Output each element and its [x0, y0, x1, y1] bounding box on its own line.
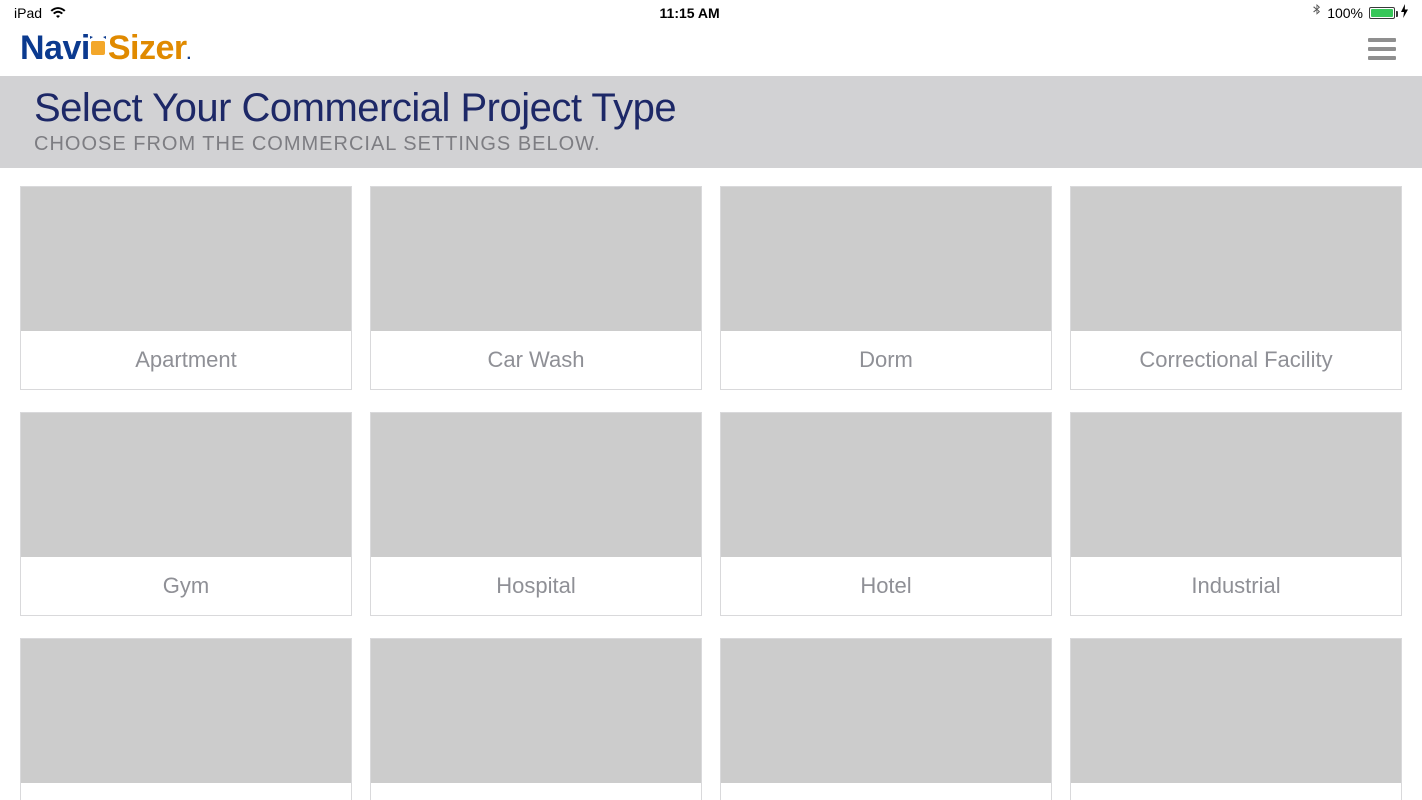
category-thumbnail	[721, 187, 1051, 331]
category-label: Hospital	[371, 557, 701, 615]
section-heading: Select Your Commercial Project Type CHOO…	[0, 76, 1422, 168]
category-label: Car Wash	[371, 331, 701, 389]
category-thumbnail	[721, 639, 1051, 783]
logo-mark-icon	[88, 27, 108, 66]
menu-button[interactable]	[1362, 32, 1402, 66]
app-header: Navi Sizer .	[0, 23, 1422, 76]
category-hospital[interactable]: Hospital	[370, 412, 702, 616]
category-label: Gym	[21, 557, 351, 615]
category-label: Hotel	[721, 557, 1051, 615]
category-label: Nursing Home	[371, 783, 701, 800]
status-time: 11:15 AM	[660, 5, 720, 21]
category-label: Dorm	[721, 331, 1051, 389]
category-industrial[interactable]: Industrial	[1070, 412, 1402, 616]
category-thumbnail	[21, 187, 351, 331]
category-thumbnail	[1071, 639, 1401, 783]
category-thumbnail	[1071, 413, 1401, 557]
hamburger-bar-icon	[1368, 47, 1396, 51]
wifi-icon	[50, 7, 66, 19]
status-bar: iPad 11:15 AM 100%	[0, 0, 1422, 23]
logo-text-sizer: Sizer	[108, 29, 187, 68]
category-thumbnail	[371, 639, 701, 783]
page-subtitle: CHOOSE FROM THE COMMERCIAL SETTINGS BELO…	[34, 133, 1388, 156]
device-label: iPad	[14, 5, 42, 21]
status-right: 100%	[1313, 4, 1408, 21]
category-thumbnail	[371, 413, 701, 557]
bluetooth-icon	[1313, 4, 1321, 21]
hamburger-bar-icon	[1368, 38, 1396, 42]
page-title: Select Your Commercial Project Type	[34, 86, 1388, 131]
category-office[interactable]: Office	[720, 638, 1052, 800]
category-car-wash[interactable]: Car Wash	[370, 186, 702, 390]
battery-icon	[1369, 7, 1395, 19]
category-dorm[interactable]: Dorm	[720, 186, 1052, 390]
category-hotel[interactable]: Hotel	[720, 412, 1052, 616]
category-label: Apartment	[21, 331, 351, 389]
category-label: Restaurant	[1071, 783, 1401, 800]
battery-percent: 100%	[1327, 5, 1363, 21]
category-label: Office	[721, 783, 1051, 800]
category-laundry[interactable]: Laundry	[20, 638, 352, 800]
hamburger-bar-icon	[1368, 56, 1396, 60]
category-thumbnail	[21, 639, 351, 783]
category-apartment[interactable]: Apartment	[20, 186, 352, 390]
status-left: iPad	[14, 5, 66, 21]
category-nursing-home[interactable]: Nursing Home	[370, 638, 702, 800]
category-restaurant[interactable]: Restaurant	[1070, 638, 1402, 800]
category-label: Laundry	[21, 783, 351, 800]
category-gym[interactable]: Gym	[20, 412, 352, 616]
category-thumbnail	[721, 413, 1051, 557]
category-thumbnail	[21, 413, 351, 557]
category-label: Industrial	[1071, 557, 1401, 615]
category-label: Correctional Facility	[1071, 331, 1401, 389]
app-logo: Navi Sizer .	[20, 29, 191, 68]
charging-icon	[1401, 4, 1408, 21]
category-correctional-facility[interactable]: Correctional Facility	[1070, 186, 1402, 390]
category-thumbnail	[371, 187, 701, 331]
category-thumbnail	[1071, 187, 1401, 331]
logo-text-navi: Navi	[20, 29, 90, 68]
category-grid: Apartment Car Wash Dorm Correctional Facili…	[0, 168, 1422, 800]
